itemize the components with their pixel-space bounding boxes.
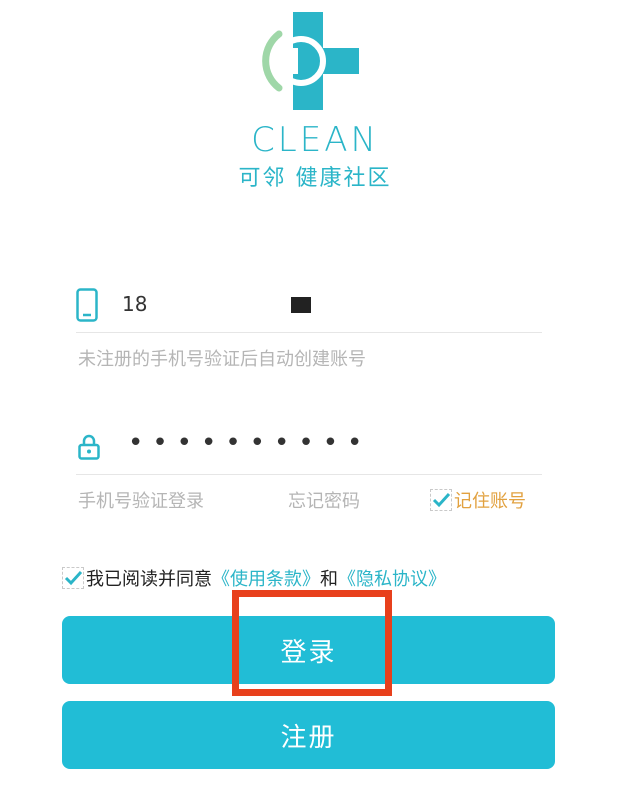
privacy-link[interactable]: 《隐私协议》: [338, 565, 446, 591]
password-field[interactable]: ••••••••••: [76, 420, 542, 475]
checkmark-icon: [432, 492, 451, 508]
checkmark-icon: [64, 570, 83, 586]
login-button[interactable]: 登录: [62, 616, 555, 684]
register-button[interactable]: 注册: [62, 701, 555, 769]
remember-account-label: 记住账号: [454, 491, 526, 512]
phone-number-redaction: [176, 290, 356, 320]
login-screen: CLEAN 可邻 健康社区 18 未注册的手机号验证后自动创建账号 ••••••…: [0, 0, 634, 808]
clean-logo-icon: [262, 12, 359, 110]
agreement-prefix: 我已阅读并同意: [86, 569, 212, 590]
phone-input-value: 18: [122, 292, 148, 316]
remember-account-checkbox[interactable]: [430, 489, 452, 511]
terms-link[interactable]: 《使用条款》: [212, 565, 320, 591]
login-options: 手机号验证登录 忘记密码 记住账号: [78, 487, 548, 515]
phone-icon: [76, 288, 98, 322]
agreement-checkbox[interactable]: [62, 567, 84, 589]
remember-account-toggle[interactable]: 记住账号: [430, 487, 526, 513]
forgot-password-link[interactable]: 忘记密码: [288, 487, 360, 513]
phone-hint: 未注册的手机号验证后自动创建账号: [78, 349, 366, 370]
password-input-value: ••••••••••: [128, 428, 372, 458]
brand-subtitle: 可邻 健康社区: [238, 166, 392, 191]
lock-icon: [78, 434, 100, 460]
phone-field[interactable]: 18: [76, 280, 542, 333]
agreement-row: 我已阅读并同意 《使用条款》 和 《隐私协议》: [62, 565, 446, 591]
brand-name: CLEAN: [251, 120, 379, 160]
sms-login-link[interactable]: 手机号验证登录: [78, 487, 204, 513]
agreement-and: 和: [320, 569, 338, 590]
